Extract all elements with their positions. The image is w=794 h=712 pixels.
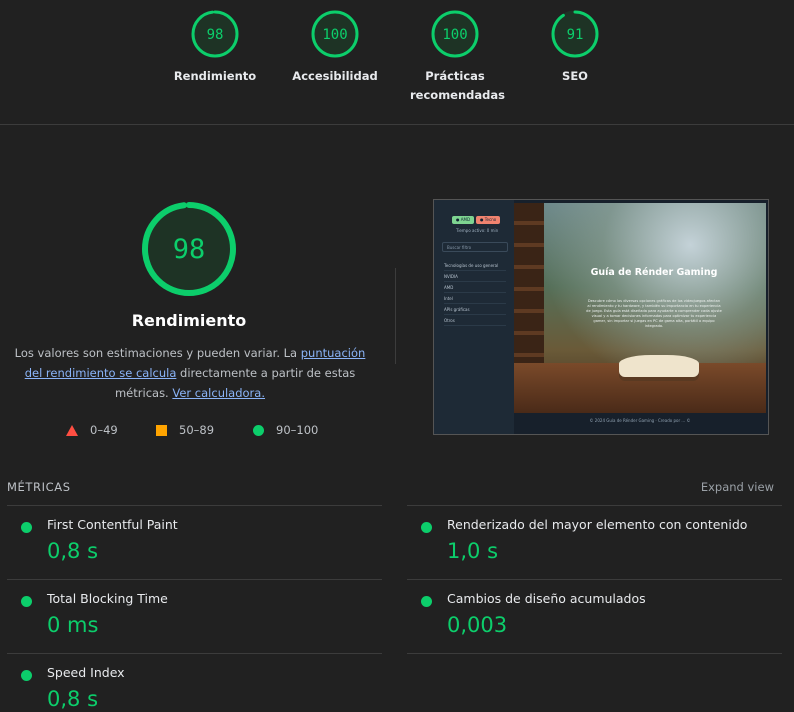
category-gauges: 98 Rendimiento 100 Accesibilidad 100 Prá…	[0, 0, 794, 125]
divider	[407, 579, 782, 580]
metric-speed-index: Speed Index 0,8 s	[21, 665, 391, 712]
divider	[7, 505, 382, 506]
legend-range: 90–100	[276, 423, 319, 437]
metric-cls: Cambios de diseño acumulados 0,003	[421, 591, 791, 643]
divider	[395, 268, 396, 364]
screenshot-search: Buscar filtro	[442, 242, 508, 252]
screenshot-menu-item: Tecnologías de uso general	[444, 260, 506, 271]
performance-title: Rendimiento	[131, 311, 247, 330]
gauge-accessibility[interactable]: 100 Accesibilidad	[275, 9, 395, 86]
gauge-score: 100	[322, 27, 347, 43]
metric-label: Total Blocking Time	[47, 591, 168, 606]
gauge-score: 91	[567, 27, 584, 43]
expand-view-toggle[interactable]: Expand view	[701, 480, 774, 494]
metric-label: Cambios de diseño acumulados	[447, 591, 646, 606]
gauge-label: Accesibilidad	[292, 69, 378, 83]
screenshot-menu-item: AMD	[444, 282, 506, 293]
pass-circle-icon	[21, 596, 32, 607]
metric-label: First Contentful Paint	[47, 517, 178, 532]
divider	[7, 579, 382, 580]
performance-score: 98	[173, 234, 206, 265]
pass-circle-icon	[421, 522, 432, 533]
screenshot-title: Guía de Rénder Gaming	[590, 267, 718, 278]
metric-value: 0,8 s	[47, 539, 99, 563]
legend-range: 0–49	[90, 423, 118, 437]
legend-range: 50–89	[179, 423, 215, 437]
metric-label: Speed Index	[47, 665, 125, 680]
performance-description: Los valores son estimaciones y pueden va…	[7, 343, 373, 403]
screenshot-text: Descubre cómo las diversas opciones gráf…	[586, 299, 722, 328]
screenshot-button: ● AMD	[452, 216, 475, 224]
screenshot-menu-item: APIs gráficas	[444, 304, 506, 315]
gauge-ring: 91	[551, 10, 599, 58]
calculator-link[interactable]: Ver calculadora.	[172, 386, 265, 400]
legend-average: 50–89	[156, 423, 214, 437]
metric-value: 0 ms	[47, 613, 99, 637]
screenshot-menu-item: Intel	[444, 293, 506, 304]
screenshot-button: ● Tecno	[476, 216, 501, 224]
divider	[7, 653, 382, 654]
metric-fcp: First Contentful Paint 0,8 s	[21, 517, 391, 569]
screenshot-footer: © 2024 Guía de Rénder Gaming · Creado po…	[589, 418, 691, 423]
gauge-score: 98	[207, 27, 224, 43]
metric-value: 0,8 s	[47, 687, 99, 711]
screenshot-menu-item: Otros	[444, 315, 506, 326]
gauge-score: 100	[442, 27, 467, 43]
pass-circle-icon	[21, 670, 32, 681]
metric-label: Renderizado del mayor elemento con conte…	[447, 517, 748, 532]
screenshot-hero: Guía de Rénder Gaming Descubre cómo las …	[514, 203, 766, 413]
gauge-ring: 100	[311, 10, 359, 58]
legend-pass: 90–100	[253, 423, 318, 437]
metric-lcp: Renderizado del mayor elemento con conte…	[421, 517, 791, 569]
triangle-icon	[66, 424, 78, 436]
metrics-header: MÉTRICAS	[7, 480, 71, 494]
screenshot-menu-item: NVIDIA	[444, 271, 506, 282]
metric-value: 0,003	[447, 613, 508, 637]
gauge-seo[interactable]: 91 SEO	[515, 9, 635, 86]
gauge-ring: 98	[191, 10, 239, 58]
pass-circle-icon	[21, 522, 32, 533]
gauge-performance[interactable]: 98 Rendimiento	[155, 9, 275, 86]
score-legend: 0–49 50–89 90–100	[0, 423, 390, 439]
metric-tbt: Total Blocking Time 0 ms	[21, 591, 391, 643]
screenshot-menu: Tecnologías de uso general NVIDIA AMD In…	[444, 260, 506, 326]
circle-icon	[253, 424, 264, 436]
divider	[407, 653, 782, 654]
book-image	[619, 355, 699, 377]
divider	[407, 505, 782, 506]
screenshot-time: Tiempo activo: 0 min	[456, 228, 499, 233]
gauge-label: SEO	[562, 69, 588, 83]
square-icon	[156, 424, 167, 436]
gauge-label: Prácticas recomendadas	[410, 69, 505, 102]
gauge-best-practices[interactable]: 100 Prácticas recomendadas	[395, 9, 515, 105]
metric-value: 1,0 s	[447, 539, 499, 563]
gauge-label: Rendimiento	[173, 69, 257, 83]
final-screenshot[interactable]: ● AMD ● Tecno Tiempo activo: 0 min Busca…	[433, 199, 769, 435]
screenshot-sidebar: ● AMD ● Tecno Tiempo activo: 0 min Busca…	[434, 200, 514, 434]
gauge-ring: 100	[431, 10, 479, 58]
legend-fail: 0–49	[66, 423, 118, 437]
pass-circle-icon	[421, 596, 432, 607]
description-text: Los valores son estimaciones y pueden va…	[14, 346, 301, 360]
screenshot-buttons: ● AMD ● Tecno	[452, 216, 501, 224]
performance-gauge: 98	[142, 202, 236, 296]
